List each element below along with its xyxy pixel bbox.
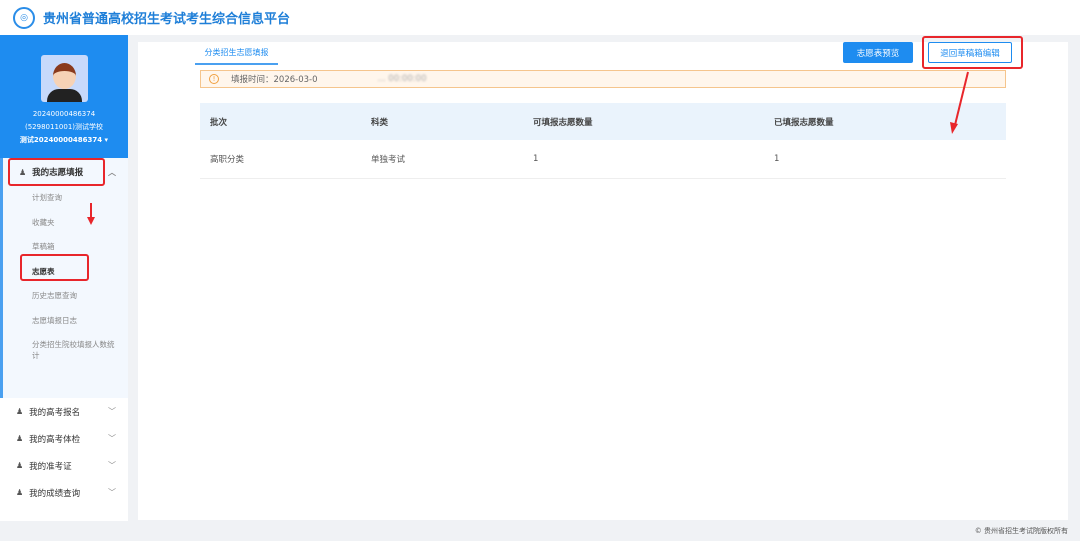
annotation-arrows [87,71,969,225]
